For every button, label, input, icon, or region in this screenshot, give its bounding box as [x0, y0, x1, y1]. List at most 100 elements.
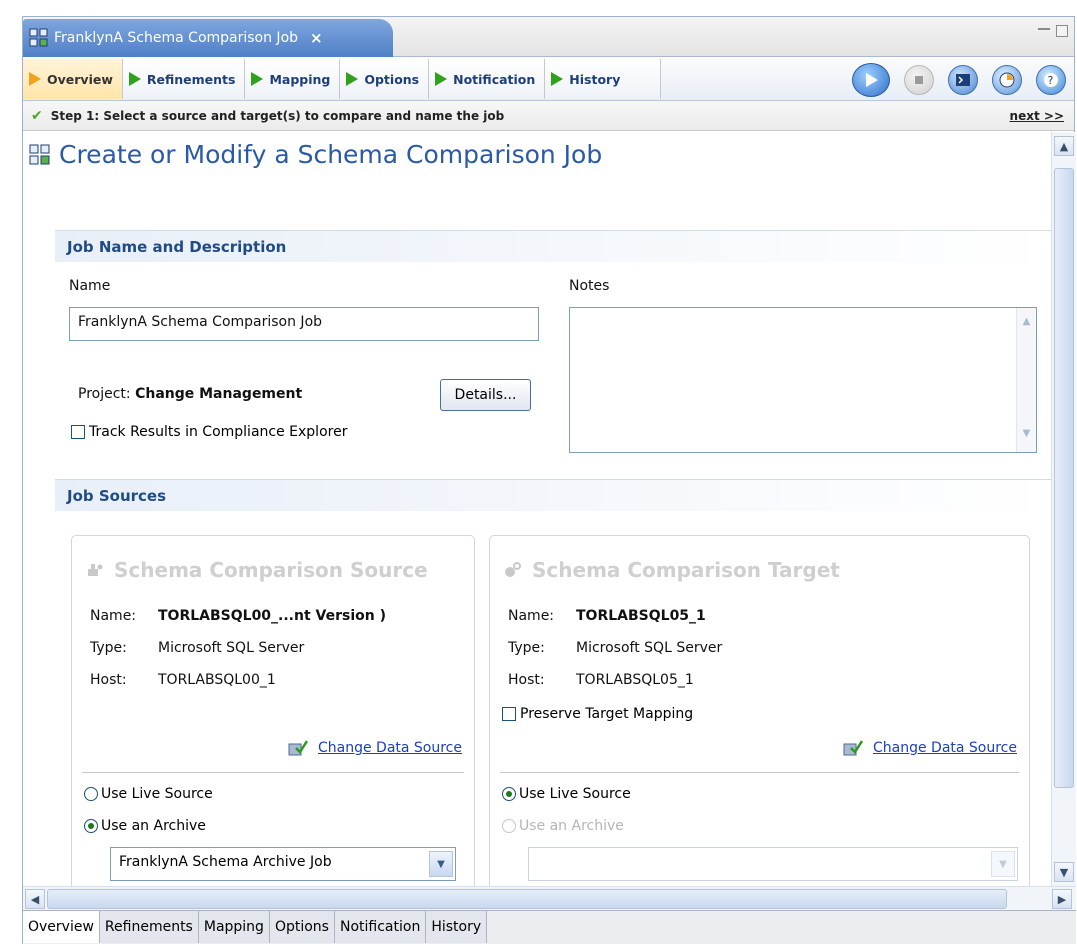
- checkmark-icon: ✔: [31, 107, 43, 124]
- console-icon[interactable]: [948, 65, 978, 95]
- bottom-tab-refinements[interactable]: Refinements: [99, 911, 199, 943]
- target-host-row: Host: TORLABSQL05_1: [508, 672, 694, 688]
- scroll-down-icon[interactable]: ▼: [1054, 862, 1074, 882]
- target-archive-select[interactable]: ▼: [528, 847, 1018, 881]
- source-type-row: Type: Microsoft SQL Server: [90, 640, 304, 656]
- section-tabs-bar: Overview Refinements Mapping Options Not…: [23, 57, 1074, 101]
- target-host-value: TORLABSQL05_1: [576, 672, 694, 688]
- divider: [82, 772, 464, 773]
- radio-circle[interactable]: [502, 787, 516, 801]
- field-key: Host:: [90, 672, 127, 688]
- radio-circle[interactable]: [84, 787, 98, 801]
- field-key: Type:: [508, 640, 545, 656]
- next-link[interactable]: next >>: [1010, 109, 1064, 123]
- source-use-archive-radio[interactable]: Use an Archive: [84, 818, 206, 834]
- tab-options[interactable]: Options: [340, 59, 430, 99]
- tab-label: Refinements: [146, 71, 236, 87]
- source-type-value: Microsoft SQL Server: [158, 640, 305, 656]
- radio-label: Use Live Source: [101, 786, 213, 802]
- preserve-target-mapping-checkbox[interactable]: Preserve Target Mapping: [502, 706, 693, 722]
- page-title-text: Create or Modify a Schema Comparison Job: [59, 140, 603, 169]
- tab-refinements[interactable]: Refinements: [122, 59, 246, 99]
- help-icon[interactable]: ?: [1036, 65, 1066, 95]
- target-panel: Schema Comparison Target Name: TORLABSQL0…: [489, 535, 1030, 886]
- vertical-scroll-thumb[interactable]: [1054, 168, 1074, 788]
- tab-label: Notification: [453, 71, 536, 87]
- radio-label: Use Live Source: [519, 786, 631, 802]
- horizontal-scroll-thumb[interactable]: [47, 889, 1007, 909]
- bottom-tab-history[interactable]: History: [426, 911, 488, 943]
- editor-window: FranklynA Schema Comparison Job × Overvi…: [22, 16, 1076, 944]
- target-type-row: Type: Microsoft SQL Server: [508, 640, 722, 656]
- scroll-right-icon[interactable]: ▶: [1052, 889, 1072, 909]
- minimize-icon[interactable]: [1038, 28, 1050, 33]
- tab-label: Mapping: [269, 71, 331, 87]
- track-results-checkbox[interactable]: Track Results in Compliance Explorer: [71, 424, 347, 440]
- arrow-icon: [435, 72, 448, 86]
- bottom-tab-mapping[interactable]: Mapping: [198, 911, 270, 943]
- name-label: Name: [69, 278, 111, 294]
- target-change-data-source-link[interactable]: Change Data Source: [843, 739, 1017, 757]
- details-button[interactable]: Details...: [440, 379, 531, 411]
- bottom-tab-notification[interactable]: Notification: [334, 911, 427, 943]
- source-panel-title: Schema Comparison Source: [86, 558, 428, 582]
- source-host-row: Host: TORLABSQL00_1: [90, 672, 276, 688]
- source-name-value: TORLABSQL00_...nt Version ): [158, 608, 386, 624]
- target-use-archive-radio[interactable]: Use an Archive: [502, 818, 624, 834]
- horizontal-scrollbar[interactable]: ◀ ▶: [23, 886, 1076, 910]
- chevron-down-icon[interactable]: ▼: [991, 851, 1015, 877]
- run-icon[interactable]: [852, 63, 890, 97]
- source-name-row: Name: TORLABSQL00_...nt Version ): [90, 608, 386, 624]
- radio-label: Use an Archive: [519, 818, 624, 834]
- tab-label: History: [569, 71, 621, 87]
- document-tab[interactable]: FranklynA Schema Comparison Job ×: [23, 19, 393, 57]
- radio-label: Use an Archive: [101, 818, 206, 834]
- job-name-input[interactable]: FranklynA Schema Comparison Job: [69, 307, 539, 341]
- change-source-icon: [288, 740, 308, 756]
- close-icon[interactable]: ×: [310, 29, 323, 47]
- checkbox-box[interactable]: [502, 707, 516, 721]
- bottom-tab-overview[interactable]: Overview: [23, 911, 100, 943]
- scroll-left-icon[interactable]: ◀: [25, 889, 45, 909]
- target-name-row: Name: TORLABSQL05_1: [508, 608, 706, 624]
- tab-history[interactable]: History: [545, 59, 662, 99]
- source-change-data-source-link[interactable]: Change Data Source: [288, 739, 462, 757]
- tab-notification[interactable]: Notification: [429, 59, 546, 99]
- source-use-live-radio[interactable]: Use Live Source: [84, 786, 213, 802]
- scroll-down-icon[interactable]: ▼: [1020, 428, 1033, 444]
- source-archive-select[interactable]: FranklynA Schema Archive Job ▼: [110, 847, 456, 881]
- arrow-icon: [128, 72, 141, 86]
- window-controls: [1038, 25, 1068, 37]
- chevron-down-icon[interactable]: ▼: [429, 851, 453, 877]
- link-text[interactable]: Change Data Source: [873, 740, 1017, 756]
- database-target-icon: [505, 562, 521, 577]
- tab-label: Options: [364, 71, 420, 87]
- notes-textarea[interactable]: ▲ ▼: [569, 307, 1037, 453]
- target-use-live-radio[interactable]: Use Live Source: [502, 786, 631, 802]
- step-bar: ✔ Step 1: Select a source and target(s) …: [23, 101, 1074, 131]
- panel-title-text: Schema Comparison Source: [114, 558, 428, 582]
- link-text[interactable]: Change Data Source: [318, 740, 462, 756]
- tab-mapping[interactable]: Mapping: [245, 59, 341, 99]
- schedule-icon[interactable]: [992, 65, 1022, 95]
- stop-icon[interactable]: [904, 65, 934, 95]
- database-source-icon: [88, 564, 103, 576]
- field-key: Type:: [90, 640, 127, 656]
- action-toolbar: ?: [852, 63, 1066, 97]
- target-panel-title: Schema Comparison Target: [504, 558, 840, 582]
- scroll-up-icon[interactable]: ▲: [1020, 316, 1033, 332]
- project-row: Project: Change Management: [78, 386, 302, 402]
- tab-overview[interactable]: Overview: [23, 59, 123, 99]
- source-host-value: TORLABSQL00_1: [158, 672, 276, 688]
- job-name-section-header: Job Name and Description: [55, 230, 1051, 262]
- checkbox-box[interactable]: [71, 425, 85, 439]
- radio-circle[interactable]: [84, 819, 98, 833]
- form-content: Create or Modify a Schema Comparison Job…: [23, 132, 1051, 886]
- bottom-tab-options[interactable]: Options: [269, 911, 335, 943]
- divider: [500, 772, 1019, 773]
- scroll-up-icon[interactable]: ▲: [1054, 136, 1074, 156]
- notes-scrollbar[interactable]: ▲ ▼: [1016, 308, 1036, 452]
- radio-circle[interactable]: [502, 819, 516, 833]
- vertical-scrollbar[interactable]: ▲ ▼: [1051, 132, 1076, 886]
- maximize-icon[interactable]: [1056, 25, 1068, 37]
